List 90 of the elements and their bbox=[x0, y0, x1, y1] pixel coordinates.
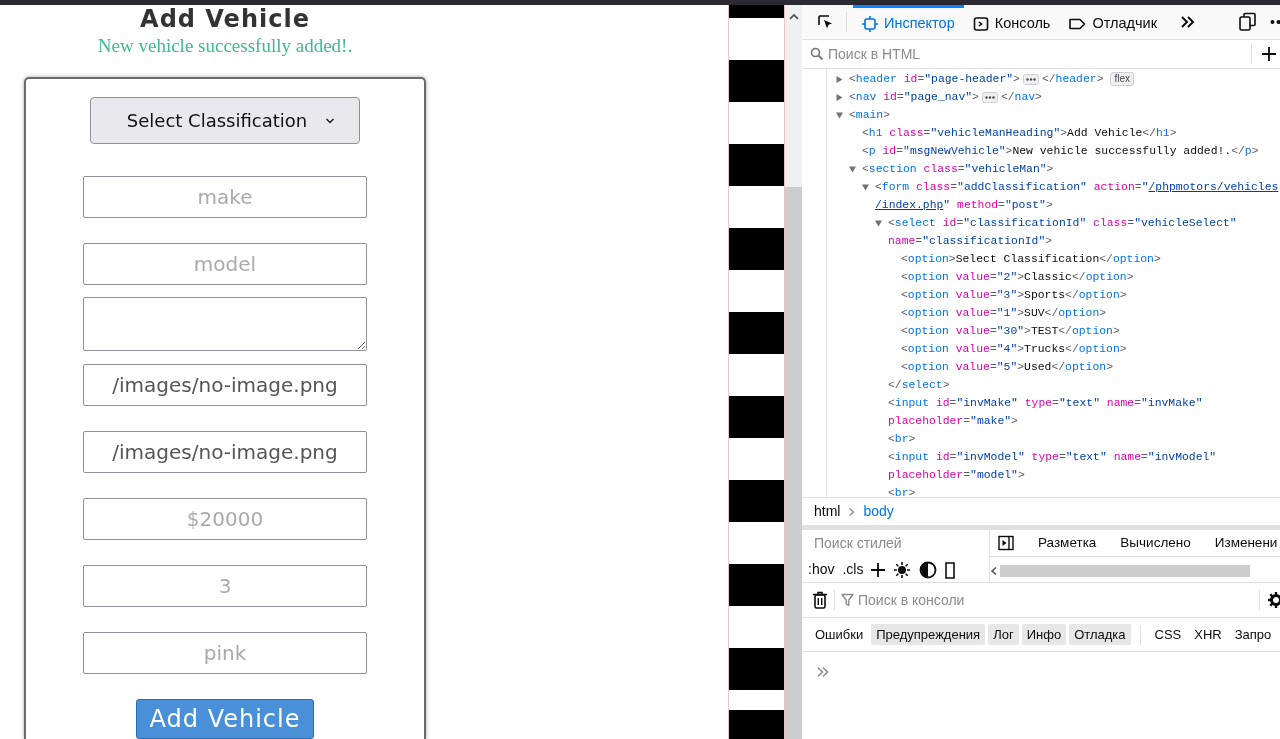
trash-icon[interactable] bbox=[812, 591, 828, 609]
pseudo-toggle[interactable]: .cls bbox=[842, 559, 864, 580]
breadcrumb-link[interactable]: html bbox=[814, 501, 841, 522]
disclosure-triangle-icon[interactable] bbox=[835, 111, 844, 120]
code-line: " method="post"> bbox=[943, 198, 1053, 213]
code-line: <option value="4">Trucks</option> bbox=[901, 342, 1127, 357]
code-line: <select id="classificationId" class="vehicleSelect" bbox=[888, 216, 1237, 231]
code-line: <input id="invMake" type="text" name="invMake" bbox=[888, 396, 1203, 411]
breadcrumb-link[interactable]: body bbox=[863, 501, 894, 522]
code-line: name="classificationId"> bbox=[888, 234, 1054, 249]
input-field[interactable]: /images/no-image.png bbox=[83, 431, 367, 473]
code-line: <form class="addClassification" action=" bbox=[875, 180, 1149, 195]
code-line: <header id="page-header"> bbox=[849, 72, 1020, 87]
code-line: <br> bbox=[888, 486, 916, 497]
code-line: <option value="30">TEST</option> bbox=[901, 324, 1120, 339]
add-icon[interactable] bbox=[1262, 47, 1276, 61]
contrast-icon[interactable] bbox=[919, 560, 938, 579]
url-link[interactable]: /phpmotors/vehicles bbox=[1148, 178, 1279, 196]
disclosure-triangle-icon[interactable] bbox=[835, 93, 844, 102]
code-line: <option value="5">Used</option> bbox=[901, 360, 1113, 375]
classification-select[interactable]: Select Classification bbox=[90, 97, 360, 144]
success-message: New vehicle successfully added!. bbox=[97, 35, 353, 57]
double-chevron-icon[interactable] bbox=[1180, 15, 1196, 29]
input-field[interactable]: 3 bbox=[83, 565, 367, 607]
closing-tag: </nav> bbox=[1000, 88, 1042, 106]
panel-tab[interactable]: Вычислено bbox=[1120, 532, 1191, 554]
document-icon[interactable] bbox=[945, 560, 956, 579]
input-field[interactable]: make bbox=[83, 176, 367, 218]
code-line: <h1 class="vehicleManHeading">Add Vehicle</h1> bbox=[862, 126, 1177, 141]
input-field[interactable]: model bbox=[83, 243, 367, 285]
pseudo-toggle[interactable]: :hov bbox=[808, 559, 835, 580]
caret-icon bbox=[325, 116, 336, 125]
code-line: <option>Select Classification</option> bbox=[901, 252, 1161, 267]
closing-tag: </header> bbox=[1041, 70, 1104, 88]
disclosure-triangle-icon[interactable] bbox=[874, 219, 883, 228]
code-line: <br> bbox=[888, 432, 916, 447]
code-line: <main> bbox=[849, 108, 891, 123]
more-icon[interactable] bbox=[1270, 19, 1280, 25]
crosshair-icon bbox=[862, 15, 878, 32]
settings-icon[interactable] bbox=[1266, 591, 1280, 609]
devtools-tab[interactable]: Отладчик bbox=[1059, 5, 1166, 40]
search-field[interactable]: Поиск в HTML bbox=[824, 43, 1245, 65]
code-line: <option value="3">Sports</option> bbox=[901, 288, 1127, 303]
log-level-toggle[interactable]: Лог bbox=[988, 623, 1019, 646]
log-level-toggle[interactable]: Инфо bbox=[1021, 623, 1067, 646]
category-toggle[interactable]: CSS bbox=[1149, 623, 1187, 646]
add-icon[interactable] bbox=[871, 562, 886, 577]
disclosure-triangle-icon[interactable] bbox=[848, 165, 857, 174]
console-filter-field[interactable]: Поиск в консоли bbox=[854, 589, 1253, 611]
devtools-tab[interactable]: Инспектор bbox=[853, 5, 964, 40]
log-level-toggle[interactable]: Предупреждения bbox=[871, 623, 986, 646]
code-line: <option value="1">SUV</option> bbox=[901, 306, 1107, 321]
disclosure-triangle-icon[interactable] bbox=[835, 75, 844, 84]
input-field[interactable]: /images/no-image.png bbox=[83, 364, 367, 406]
code-line: <section class="vehicleMan"> bbox=[862, 162, 1054, 177]
panel-tab[interactable]: Разметка bbox=[1038, 532, 1097, 554]
scrollbar-thumb[interactable] bbox=[785, 186, 802, 739]
scrollbar-thumb[interactable] bbox=[1000, 565, 1250, 577]
disclosure-triangle-icon[interactable] bbox=[861, 183, 870, 192]
styles-filter-field[interactable]: Поиск стилей bbox=[810, 532, 989, 554]
scrollbar[interactable] bbox=[785, 5, 802, 739]
code-line: placeholder="make"> bbox=[888, 414, 1019, 429]
category-toggle[interactable]: XHR bbox=[1189, 623, 1227, 646]
chevron-icon bbox=[848, 506, 856, 517]
page-heading: Add Vehicle bbox=[140, 5, 310, 33]
panel-toggle-icon[interactable] bbox=[998, 535, 1014, 551]
text-area[interactable] bbox=[83, 297, 367, 351]
input-field[interactable]: $20000 bbox=[83, 498, 367, 540]
device-icon[interactable] bbox=[1238, 12, 1256, 32]
category-toggle[interactable]: Запро bbox=[1229, 623, 1277, 646]
search-icon bbox=[810, 47, 824, 61]
terminal-icon bbox=[972, 15, 989, 32]
filter-icon bbox=[841, 593, 854, 607]
devtools-tab[interactable]: Консоль bbox=[963, 5, 1060, 40]
code-line: <option value="2">Classic</option> bbox=[901, 270, 1134, 285]
code-line: <p id="msgNewVehicle">New vehicle successfully added!.</p> bbox=[862, 144, 1259, 159]
log-level-toggle[interactable]: Отладка bbox=[1069, 623, 1131, 646]
sun-icon[interactable] bbox=[893, 560, 912, 579]
closing-tag: </select> bbox=[888, 376, 950, 394]
code-line: placeholder="model"> bbox=[888, 468, 1026, 483]
ellipsis-icon[interactable] bbox=[1022, 73, 1039, 85]
url-link[interactable]: /index.php bbox=[875, 196, 944, 214]
panel-tab[interactable]: Изменени bbox=[1214, 532, 1278, 554]
code-line: <nav id="page_nav"> bbox=[849, 90, 979, 105]
ellipsis-icon[interactable] bbox=[981, 91, 998, 103]
prompt-icon bbox=[816, 666, 830, 679]
input-field[interactable]: pink bbox=[83, 632, 367, 674]
code-line: <input id="invModel" type="text" name="invModel" bbox=[888, 450, 1217, 465]
log-level-toggle[interactable]: Ошибки bbox=[810, 623, 869, 646]
display-badge[interactable]: flex bbox=[1110, 72, 1135, 86]
